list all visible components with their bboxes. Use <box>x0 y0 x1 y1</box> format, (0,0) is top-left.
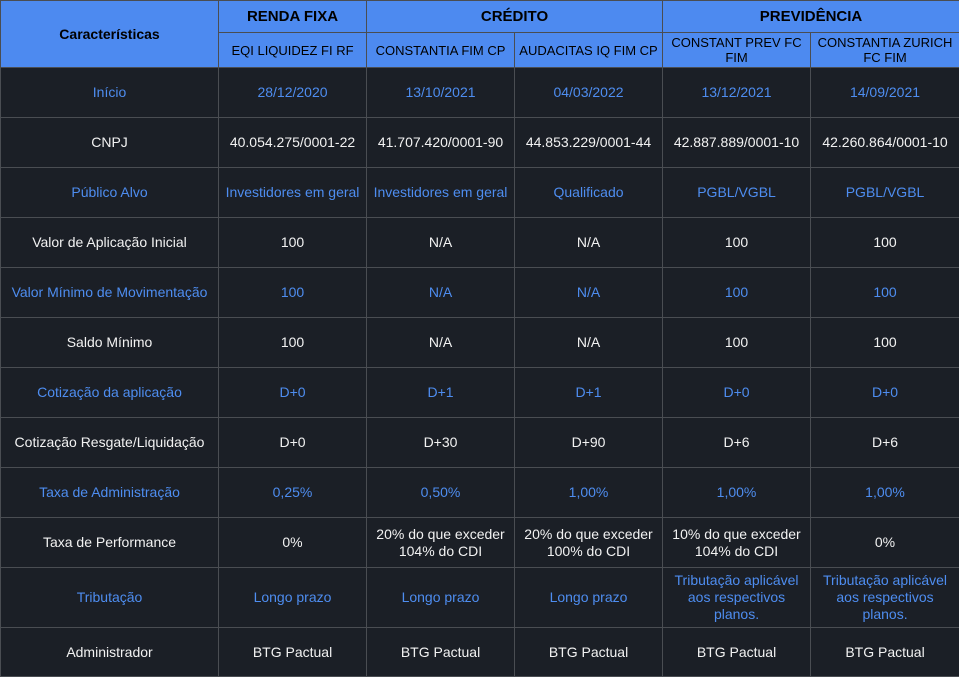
fund-name-header: EQI LIQUIDEZ FI RF <box>219 33 367 68</box>
fund-name-header: CONSTANT PREV FC FIM <box>663 33 811 68</box>
table-cell: 100 <box>811 218 959 268</box>
table-cell: 40.054.275/0001-22 <box>219 118 367 168</box>
row-label: Valor Mínimo de Movimentação <box>1 268 219 318</box>
table-row: Tributação Longo prazo Longo prazo Longo… <box>1 568 959 628</box>
fund-comparison-table: Características RENDA FIXA CRÉDITO PREVI… <box>0 0 959 677</box>
fund-name-header: CONSTANTIA ZURICH FC FIM <box>811 33 959 68</box>
table-cell: N/A <box>367 218 515 268</box>
table-cell: D+1 <box>515 368 663 418</box>
table-cell: Longo prazo <box>219 568 367 628</box>
table-cell: Tributação aplicável aos respectivos pla… <box>811 568 959 628</box>
row-label: Cotização da aplicação <box>1 368 219 418</box>
group-previdencia: PREVIDÊNCIA <box>663 1 959 33</box>
table-cell: 13/10/2021 <box>367 68 515 118</box>
table-cell: D+1 <box>367 368 515 418</box>
table-cell: 100 <box>219 268 367 318</box>
fund-name-header: CONSTANTIA FIM CP <box>367 33 515 68</box>
table-cell: 1,00% <box>663 468 811 518</box>
table-cell: BTG Pactual <box>663 628 811 677</box>
table-cell: Longo prazo <box>515 568 663 628</box>
table-cell: D+0 <box>219 418 367 468</box>
table-cell: Investidores em geral <box>219 168 367 218</box>
table-cell: 42.887.889/0001-10 <box>663 118 811 168</box>
table-cell: 44.853.229/0001-44 <box>515 118 663 168</box>
table-cell: N/A <box>515 218 663 268</box>
table-cell: 14/09/2021 <box>811 68 959 118</box>
row-label: Início <box>1 68 219 118</box>
table-cell: D+0 <box>219 368 367 418</box>
table-row: Taxa de Administração 0,25% 0,50% 1,00% … <box>1 468 959 518</box>
table-row: Cotização Resgate/Liquidação D+0 D+30 D+… <box>1 418 959 468</box>
table-cell: 1,00% <box>811 468 959 518</box>
table-cell: Investidores em geral <box>367 168 515 218</box>
group-credito: CRÉDITO <box>367 1 663 33</box>
table-row: Início 28/12/2020 13/10/2021 04/03/2022 … <box>1 68 959 118</box>
table-cell: PGBL/VGBL <box>663 168 811 218</box>
table-cell: N/A <box>515 268 663 318</box>
group-header-row: Características RENDA FIXA CRÉDITO PREVI… <box>1 1 959 33</box>
table-cell: 100 <box>811 268 959 318</box>
table-cell: 20% do que exceder 104% do CDI <box>367 518 515 568</box>
fund-name-header: AUDACITAS IQ FIM CP <box>515 33 663 68</box>
table-cell: D+6 <box>811 418 959 468</box>
table-cell: D+0 <box>811 368 959 418</box>
row-label: Tributação <box>1 568 219 628</box>
row-label: Taxa de Administração <box>1 468 219 518</box>
table-cell: D+90 <box>515 418 663 468</box>
table-cell: N/A <box>367 268 515 318</box>
table-cell: 100 <box>663 218 811 268</box>
table-cell: 0% <box>219 518 367 568</box>
table-row: Administrador BTG Pactual BTG Pactual BT… <box>1 628 959 677</box>
table-cell: 20% do que exceder 100% do CDI <box>515 518 663 568</box>
row-label: Valor de Aplicação Inicial <box>1 218 219 268</box>
table-cell: D+0 <box>663 368 811 418</box>
table-cell: 10% do que exceder 104% do CDI <box>663 518 811 568</box>
table-cell: 100 <box>811 318 959 368</box>
row-label: Saldo Mínimo <box>1 318 219 368</box>
table-cell: 0% <box>811 518 959 568</box>
table-cell: BTG Pactual <box>367 628 515 677</box>
table-row: Valor de Aplicação Inicial 100 N/A N/A 1… <box>1 218 959 268</box>
table-row: Público Alvo Investidores em geral Inves… <box>1 168 959 218</box>
table-row: CNPJ 40.054.275/0001-22 41.707.420/0001-… <box>1 118 959 168</box>
table-cell: BTG Pactual <box>811 628 959 677</box>
table-cell: 13/12/2021 <box>663 68 811 118</box>
table-cell: 0,25% <box>219 468 367 518</box>
row-label: Cotização Resgate/Liquidação <box>1 418 219 468</box>
table-cell: Qualificado <box>515 168 663 218</box>
table-cell: PGBL/VGBL <box>811 168 959 218</box>
table-cell: 42.260.864/0001-10 <box>811 118 959 168</box>
group-renda-fixa: RENDA FIXA <box>219 1 367 33</box>
table-cell: Longo prazo <box>367 568 515 628</box>
table-cell: 41.707.420/0001-90 <box>367 118 515 168</box>
table-cell: 0,50% <box>367 468 515 518</box>
table-cell: N/A <box>367 318 515 368</box>
row-label: Taxa de Performance <box>1 518 219 568</box>
table-cell: D+6 <box>663 418 811 468</box>
table-cell: 100 <box>663 318 811 368</box>
table-row: Saldo Mínimo 100 N/A N/A 100 100 <box>1 318 959 368</box>
table-cell: 100 <box>219 318 367 368</box>
table-row: Valor Mínimo de Movimentação 100 N/A N/A… <box>1 268 959 318</box>
table-row: Cotização da aplicação D+0 D+1 D+1 D+0 D… <box>1 368 959 418</box>
row-label: Público Alvo <box>1 168 219 218</box>
table-row: Taxa de Performance 0% 20% do que excede… <box>1 518 959 568</box>
table-cell: 100 <box>663 268 811 318</box>
row-label: CNPJ <box>1 118 219 168</box>
table-cell: BTG Pactual <box>515 628 663 677</box>
table-cell: D+30 <box>367 418 515 468</box>
table-cell: Tributação aplicável aos respectivos pla… <box>663 568 811 628</box>
characteristics-header: Características <box>1 1 219 68</box>
table-cell: 04/03/2022 <box>515 68 663 118</box>
table-cell: 100 <box>219 218 367 268</box>
table-cell: 28/12/2020 <box>219 68 367 118</box>
table-cell: N/A <box>515 318 663 368</box>
table-cell: 1,00% <box>515 468 663 518</box>
table-cell: BTG Pactual <box>219 628 367 677</box>
row-label: Administrador <box>1 628 219 677</box>
